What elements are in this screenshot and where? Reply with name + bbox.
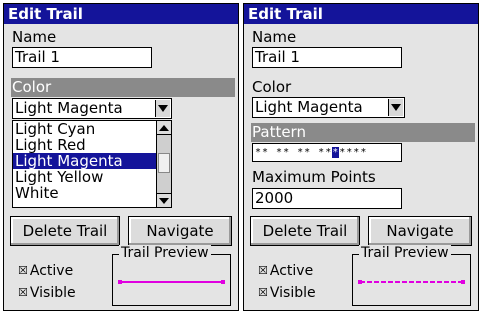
name-label: Name bbox=[12, 28, 57, 46]
pattern-field[interactable]: ** ** ** ******* bbox=[252, 143, 402, 162]
delete-trail-button[interactable]: Delete Trail bbox=[250, 216, 360, 246]
name-label: Name bbox=[252, 28, 297, 46]
pattern-label: Pattern bbox=[251, 123, 475, 142]
max-points-label: Maximum Points bbox=[252, 168, 376, 186]
chevron-down-icon[interactable] bbox=[155, 100, 170, 117]
color-select-value: Light Magenta bbox=[255, 98, 363, 116]
list-item[interactable]: Light Red bbox=[13, 137, 171, 153]
checked-box-icon: ☒ bbox=[18, 264, 28, 277]
dialog-title: Edit Trail bbox=[4, 4, 238, 24]
pattern-before: ** ** ** ** bbox=[255, 147, 333, 158]
visible-label: Visible bbox=[269, 285, 316, 301]
name-field[interactable]: Trail 1 bbox=[12, 47, 152, 68]
visible-checkbox[interactable]: ☒ Visible bbox=[18, 285, 76, 301]
list-scrollbar[interactable] bbox=[156, 120, 172, 208]
active-checkbox[interactable]: ☒ Active bbox=[18, 263, 73, 279]
edit-trail-dialog-color-list: Edit Trail Name Trail 1 Color Light Mage… bbox=[3, 3, 239, 311]
max-points-field[interactable]: 2000 bbox=[252, 188, 402, 209]
list-item[interactable]: Light Cyan bbox=[13, 121, 171, 137]
chevron-down-icon[interactable] bbox=[388, 99, 403, 116]
visible-label: Visible bbox=[29, 285, 76, 301]
trail-preview-title: Trail Preview bbox=[119, 245, 211, 261]
color-label: Color bbox=[252, 78, 292, 96]
checked-box-icon: ☒ bbox=[258, 264, 268, 277]
scroll-up-icon[interactable] bbox=[157, 121, 171, 135]
pattern-after: **** bbox=[339, 147, 368, 158]
name-field[interactable]: Trail 1 bbox=[252, 47, 402, 68]
active-label: Active bbox=[269, 263, 314, 279]
trail-preview: Trail Preview bbox=[112, 245, 231, 306]
list-item[interactable]: Light Yellow bbox=[13, 169, 171, 185]
color-select[interactable]: Light Magenta bbox=[252, 97, 405, 118]
active-checkbox[interactable]: ☒ Active bbox=[258, 263, 313, 279]
trail-preview: Trail Preview bbox=[352, 245, 471, 306]
edit-trail-dialog-pattern: Edit Trail Name Trail 1 Color Light Mage… bbox=[243, 3, 479, 311]
color-select-value: Light Magenta bbox=[15, 99, 123, 117]
trail-preview-dashed-line bbox=[358, 280, 465, 284]
color-select[interactable]: Light Magenta bbox=[12, 98, 172, 119]
color-options-list[interactable]: Light Cyan Light Red Light Magenta Light… bbox=[12, 120, 172, 208]
delete-trail-button[interactable]: Delete Trail bbox=[10, 216, 120, 246]
list-item[interactable]: White bbox=[13, 185, 171, 201]
color-label: Color bbox=[11, 78, 235, 97]
scroll-thumb[interactable] bbox=[158, 153, 170, 173]
trail-preview-title: Trail Preview bbox=[359, 245, 451, 261]
trail-preview-line bbox=[118, 280, 225, 284]
navigate-button[interactable]: Navigate bbox=[128, 216, 232, 246]
active-label: Active bbox=[29, 263, 74, 279]
dialog-title: Edit Trail bbox=[244, 4, 478, 24]
navigate-button[interactable]: Navigate bbox=[368, 216, 472, 246]
scroll-down-icon[interactable] bbox=[157, 193, 171, 207]
checked-box-icon: ☒ bbox=[258, 286, 268, 299]
list-item-selected[interactable]: Light Magenta bbox=[13, 153, 171, 169]
visible-checkbox[interactable]: ☒ Visible bbox=[258, 285, 316, 301]
checked-box-icon: ☒ bbox=[18, 286, 28, 299]
